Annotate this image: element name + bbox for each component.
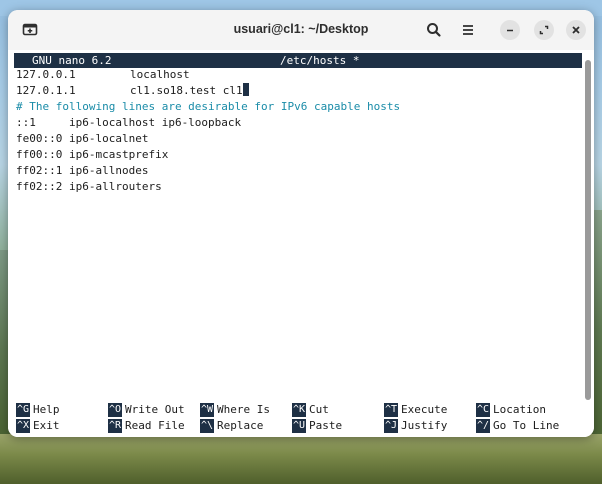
comment-line: # The following lines are desirable for …: [16, 100, 401, 113]
shortcut-label: Paste: [309, 419, 343, 432]
host-address: 127.0.1.1: [16, 84, 76, 97]
shortcut-help[interactable]: ^G Help: [16, 402, 60, 418]
shortcut-label: Cut: [309, 403, 329, 416]
shortcut-go-to-line[interactable]: ^/Go To Line: [476, 418, 559, 434]
host-names: cl1.so18.test cl1: [130, 84, 243, 97]
editor-buffer[interactable]: 127.0.0.1 localhost 127.0.1.1 cl1.so18.tes…: [16, 67, 576, 195]
host-names: localhost: [130, 68, 190, 81]
shortcut-key: ^W: [200, 403, 215, 417]
shortcut-key: ^U: [292, 419, 307, 433]
shortcut-cut[interactable]: ^K Cut: [292, 402, 329, 418]
shortcut-key: ^K: [292, 403, 307, 417]
nano-version: GNU nano 6.2: [32, 54, 112, 67]
shortcut-key: ^C: [476, 403, 491, 417]
ipv6-line: ff02::1 ip6-allnodes: [16, 164, 149, 177]
shortcut-exit[interactable]: ^X Exit: [16, 418, 60, 434]
maximize-icon[interactable]: [534, 20, 554, 40]
shortcut-write-out[interactable]: ^O Write Out: [108, 402, 185, 418]
nano-shortcut-bar: ^G Help ^O Write Out ^W Where Is ^K Cut ^T Ex…: [16, 402, 586, 434]
search-icon[interactable]: [424, 20, 444, 40]
shortcut-key: ^T: [384, 403, 399, 417]
title-bar: usuari@cl1: ~/Desktop: [8, 10, 594, 50]
shortcut-key: ^J: [384, 419, 399, 433]
shortcut-label: Write Out: [125, 403, 185, 416]
wallpaper-ground: [0, 434, 602, 484]
shortcut-label: Go To Line: [493, 419, 560, 432]
shortcut-label: Justify: [401, 419, 448, 432]
ipv6-line: ff02::2 ip6-allrouters: [16, 180, 162, 193]
text-cursor: [242, 83, 249, 96]
shortcut-key: ^O: [108, 403, 123, 417]
minimize-icon[interactable]: [500, 20, 520, 40]
terminal-window: usuari@cl1: ~/Desktop GNU nano 6.2 /etc/…: [8, 10, 594, 437]
host-line: 127.0.0.1 localhost: [16, 67, 576, 83]
shortcut-label: Read File: [125, 419, 185, 432]
shortcut-replace[interactable]: ^\ Replace: [200, 418, 263, 434]
shortcut-key: ^X: [16, 419, 31, 433]
nano-filename: /etc/hosts *: [280, 54, 360, 67]
scrollbar[interactable]: [585, 60, 591, 400]
shortcut-key: ^G: [16, 403, 31, 417]
shortcut-justify[interactable]: ^J Justify: [384, 418, 447, 434]
shortcut-label: Exit: [33, 419, 60, 432]
hamburger-menu-icon[interactable]: [458, 20, 478, 40]
shortcut-label: Where Is: [217, 403, 271, 416]
shortcut-read-file[interactable]: ^R Read File: [108, 418, 185, 434]
shortcut-label: Replace: [217, 419, 264, 432]
ipv6-line: ::1 ip6-localhost ip6-loopback: [16, 116, 242, 129]
ipv6-line: fe00::0 ip6-localnet: [16, 132, 149, 145]
shortcut-key: ^/: [476, 419, 491, 433]
host-address: 127.0.0.1: [16, 68, 76, 81]
nano-header-bar: GNU nano 6.2 /etc/hosts *: [14, 53, 582, 68]
shortcut-where-is[interactable]: ^W Where Is: [200, 402, 270, 418]
shortcut-key: ^\: [200, 419, 215, 433]
shortcut-location[interactable]: ^C Location: [476, 402, 546, 418]
ipv6-line: ff00::0 ip6-mcastprefix: [16, 148, 169, 161]
shortcut-label: Help: [33, 403, 60, 416]
host-line: 127.0.1.1 cl1.so18.test cl1: [16, 83, 576, 99]
shortcut-key: ^R: [108, 419, 123, 433]
terminal-content[interactable]: GNU nano 6.2 /etc/hosts * 127.0.0.1 local…: [8, 50, 594, 437]
close-icon[interactable]: [566, 20, 586, 40]
shortcut-execute[interactable]: ^T Execute: [384, 402, 447, 418]
shortcut-label: Location: [493, 403, 547, 416]
shortcut-paste[interactable]: ^U Paste: [292, 418, 342, 434]
shortcut-label: Execute: [401, 403, 448, 416]
